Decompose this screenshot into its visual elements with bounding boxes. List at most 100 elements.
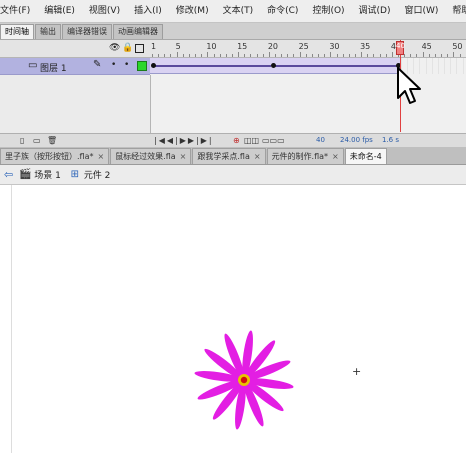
ruler-number: 5 xyxy=(175,42,181,51)
ruler-tick xyxy=(219,54,221,57)
document-tabs: 里子族（按形按钮）.fla* × 鼠标经过效果.fla × 跟我学采点.fla × 元件的制… xyxy=(0,147,466,165)
frame-cell[interactable] xyxy=(439,58,446,74)
keyframe-dot[interactable] xyxy=(151,63,156,68)
panel-tab[interactable]: 动画编辑器 xyxy=(113,24,163,39)
ruler-tick xyxy=(293,54,295,57)
frame-ruler[interactable]: 15101520253035404550 xyxy=(150,40,466,57)
elapsed-time-value: 1.6 s xyxy=(382,136,400,144)
flower-symbol[interactable] xyxy=(190,323,300,437)
menu-item[interactable]: 文本(T) xyxy=(216,0,261,22)
ruler-number: 30 xyxy=(329,42,340,51)
frame-cell[interactable] xyxy=(458,58,464,74)
menu-item[interactable]: 插入(I) xyxy=(127,0,169,22)
ruler-tick xyxy=(391,52,393,57)
ruler-tick xyxy=(299,52,301,57)
menu-item[interactable]: 窗口(W) xyxy=(398,0,446,22)
ruler-number: 20 xyxy=(267,42,279,51)
panel-tab[interactable]: 输出 xyxy=(35,24,61,39)
fps-value[interactable]: 24.00 fps xyxy=(340,136,373,144)
tween-span[interactable] xyxy=(150,58,401,74)
close-icon[interactable]: × xyxy=(332,152,339,161)
menu-item[interactable]: 控制(O) xyxy=(305,0,351,22)
layer-name[interactable]: 图层 1 xyxy=(40,61,67,74)
outline-icon[interactable] xyxy=(135,44,144,53)
ruler-number: 15 xyxy=(237,42,248,51)
frame-cell[interactable] xyxy=(433,58,439,74)
panel-tab[interactable]: 时间轴 xyxy=(0,24,34,39)
ruler-tick xyxy=(256,54,258,57)
panel-tab[interactable]: 编译器错误 xyxy=(62,24,112,39)
lock-icon[interactable]: 🔒 xyxy=(122,43,133,53)
flower-center-core xyxy=(240,376,248,384)
edit-markers-icon[interactable]: ▭▭▭ xyxy=(262,136,285,145)
document-tab[interactable]: 未命名-4 xyxy=(344,148,387,164)
ruler-tick xyxy=(170,54,172,57)
ruler-tick xyxy=(361,52,363,57)
ruler-tick xyxy=(195,54,197,57)
playback-controls-icon[interactable]: |◀◀|▶▶|▶| xyxy=(154,136,214,145)
breadcrumb-scene[interactable]: 🎬 场景 1 xyxy=(19,168,61,181)
registration-point-icon: + xyxy=(352,365,362,378)
ruler-tick xyxy=(416,54,418,57)
menu-item[interactable]: 视图(V) xyxy=(82,0,127,22)
stage-gutter xyxy=(0,185,12,453)
scene-label: 场景 1 xyxy=(34,171,61,181)
keyframe-dot[interactable] xyxy=(271,63,276,68)
ruler-tick xyxy=(342,54,344,57)
mouse-cursor-icon xyxy=(397,67,421,104)
current-frame-value[interactable]: 40 xyxy=(316,136,325,144)
document-tab[interactable]: 鼠标经过效果.fla × xyxy=(110,148,192,164)
onion-skin-icon[interactable]: ◫◫ xyxy=(244,136,259,145)
ruler-tick xyxy=(434,54,436,57)
ruler-tick xyxy=(176,52,178,57)
document-tab[interactable]: 跟我学采点.fla × xyxy=(192,148,266,164)
close-icon[interactable]: × xyxy=(254,152,261,161)
frame-cell[interactable] xyxy=(445,58,452,74)
eye-icon[interactable]: 👁 xyxy=(109,43,120,53)
ruler-tick xyxy=(281,54,283,57)
menu-bar: 文件(F) 编辑(E) 视图(V) 插入(I) 修改(M) 文本(T) 命令(C) 控制(O)… xyxy=(0,0,466,23)
new-layer-icon[interactable]: ▯ xyxy=(20,136,24,145)
new-folder-icon[interactable]: ▭ xyxy=(33,136,41,145)
symbol-icon: ⊞ xyxy=(70,169,79,180)
pencil-icon[interactable]: ✎ xyxy=(93,59,101,70)
ruler-tick xyxy=(152,54,153,57)
frame-cell[interactable] xyxy=(451,58,458,74)
center-frame-icon[interactable]: ⊕ xyxy=(233,136,240,145)
ruler-tick xyxy=(404,54,406,57)
menu-item[interactable]: 调试(D) xyxy=(352,0,398,22)
back-arrow-icon[interactable]: ⇦ xyxy=(4,168,13,181)
layer-row[interactable]: ▭ 图层 1 ✎ • • xyxy=(0,58,150,75)
ruler-tick xyxy=(262,54,264,57)
delete-layer-icon[interactable]: 🗑 xyxy=(47,136,57,145)
stage[interactable]: + xyxy=(12,185,466,453)
ruler-number: 1 xyxy=(151,42,157,51)
layer-color-swatch[interactable] xyxy=(137,61,147,71)
close-icon[interactable]: × xyxy=(97,152,104,161)
frame-cell[interactable] xyxy=(427,58,433,74)
breadcrumb-symbol[interactable]: ⊞ 元件 2 xyxy=(69,168,111,181)
menu-item[interactable]: 修改(M) xyxy=(169,0,216,22)
span-line xyxy=(154,65,271,67)
ruler-tick xyxy=(182,54,184,57)
lock-dot[interactable]: • xyxy=(124,60,129,70)
menu-item[interactable]: 帮助 xyxy=(445,0,466,22)
ruler-number: 10 xyxy=(206,42,217,51)
ruler-tick xyxy=(164,54,166,57)
close-icon[interactable]: × xyxy=(180,152,187,161)
menu-item[interactable]: 命令(C) xyxy=(260,0,305,22)
document-tab[interactable]: 里子族（按形按钮）.fla* × xyxy=(0,148,110,164)
ruler-number: 45 xyxy=(421,42,432,51)
document-tab-label: 元件的制作.fla* xyxy=(271,152,329,161)
playhead-frame-label: 40 xyxy=(396,42,405,50)
menu-item[interactable]: 编辑(E) xyxy=(37,0,82,22)
ruler-tick xyxy=(373,54,375,57)
layer-icon: ▭ xyxy=(28,60,38,71)
ruler-tick xyxy=(275,54,276,57)
ruler-tick xyxy=(268,52,270,57)
document-tab[interactable]: 元件的制作.fla* × xyxy=(266,148,344,164)
visibility-dot[interactable]: • xyxy=(111,60,116,70)
span-line xyxy=(274,65,399,67)
menu-item[interactable]: 文件(F) xyxy=(0,0,37,22)
ruler-tick xyxy=(453,52,455,57)
